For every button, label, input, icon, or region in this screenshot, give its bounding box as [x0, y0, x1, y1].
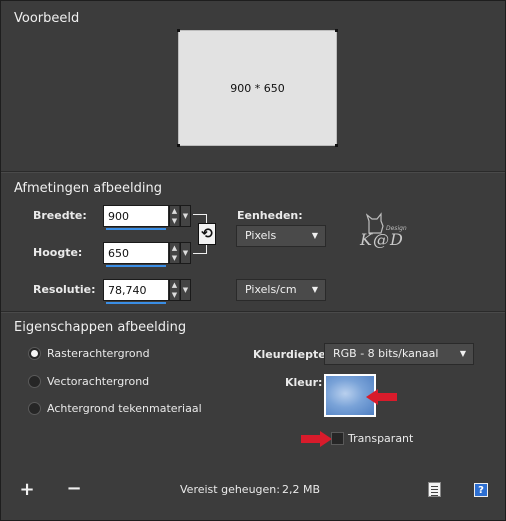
memory-value: 2,2 MB — [282, 483, 321, 496]
height-dropdown-icon[interactable]: ▼ — [180, 243, 190, 263]
height-underline — [106, 265, 166, 267]
raster-background-label[interactable]: Rasterachtergrond — [47, 347, 150, 360]
spin-down-icon[interactable]: ▼ — [170, 253, 179, 263]
plus-icon[interactable]: + — [19, 479, 35, 500]
help-icon[interactable]: ? — [474, 483, 488, 497]
properties-title: Eigenschappen afbeelding — [14, 320, 187, 335]
resolution-input[interactable] — [104, 280, 168, 300]
height-label: Hoogte: — [33, 246, 83, 259]
memory-label: Vereist geheugen: — [180, 483, 280, 496]
chevron-down-icon: ▼ — [459, 349, 466, 358]
height-input[interactable] — [104, 243, 168, 263]
spin-up-icon[interactable]: ▲ — [170, 206, 179, 216]
art-media-background-label[interactable]: Achtergrond tekenmateriaal — [47, 402, 202, 415]
units-label: Eenheden: — [237, 209, 303, 222]
red-arrow-right-icon — [301, 431, 332, 447]
image-preview: 900 * 650 — [178, 30, 337, 146]
preview-title: Voorbeeld — [14, 11, 80, 26]
preview-corner-tr — [335, 29, 338, 32]
document-icon[interactable] — [428, 482, 441, 497]
preview-corner-bl — [177, 144, 180, 147]
color-depth-label: Kleurdiepte: — [253, 348, 331, 361]
spin-down-icon[interactable]: ▼ — [170, 216, 179, 226]
chevron-down-icon: ▼ — [311, 231, 318, 240]
section-divider-1 — [1, 171, 505, 172]
units-select[interactable]: Pixels ▼ — [236, 225, 326, 247]
resolution-underline — [106, 302, 166, 304]
width-input[interactable] — [104, 206, 168, 226]
watermark-logo: Design K@D — [352, 212, 432, 260]
resolution-spinbox[interactable]: ▲▼ ▼ — [103, 279, 191, 304]
resolution-units-value: Pixels/cm — [245, 283, 297, 296]
preview-corner-br — [335, 144, 338, 147]
transparent-checkbox[interactable] — [331, 432, 344, 445]
resolution-units-select[interactable]: Pixels/cm ▼ — [236, 279, 326, 301]
height-spinbox[interactable]: ▲▼ ▼ — [103, 242, 191, 267]
spin-down-icon[interactable]: ▼ — [170, 290, 179, 300]
section-divider-2 — [1, 311, 505, 312]
preview-corner-tl — [177, 29, 180, 32]
footer-spacer — [1, 463, 505, 464]
link-dimensions-icon[interactable]: ⟲ — [198, 223, 216, 245]
color-depth-select[interactable]: RGB - 8 bits/kanaal ▼ — [324, 343, 474, 365]
spin-up-icon[interactable]: ▲ — [170, 280, 179, 290]
height-spin-arrows[interactable]: ▲ ▼ — [169, 243, 179, 263]
art-media-background-radio[interactable] — [28, 402, 41, 415]
transparent-label[interactable]: Transparant — [348, 432, 413, 445]
color-label: Kleur: — [285, 376, 323, 389]
watermark-signature: K@D — [360, 230, 404, 249]
width-spin-arrows[interactable]: ▲ ▼ — [169, 206, 179, 226]
width-underline — [106, 228, 166, 230]
width-dropdown-icon[interactable]: ▼ — [180, 206, 190, 226]
red-arrow-left-icon — [366, 389, 397, 405]
chevron-down-icon: ▼ — [311, 285, 318, 294]
width-spinbox[interactable]: ▲▼ ▼ — [103, 205, 191, 230]
minus-icon[interactable]: − — [66, 478, 82, 499]
resolution-dropdown-icon[interactable]: ▼ — [180, 280, 190, 300]
dimensions-title: Afmetingen afbeelding — [14, 181, 162, 196]
vector-background-label[interactable]: Vectorachtergrond — [47, 375, 149, 388]
resolution-spin-arrows[interactable]: ▲ ▼ — [169, 280, 179, 300]
spin-up-icon[interactable]: ▲ — [170, 243, 179, 253]
units-value: Pixels — [245, 229, 277, 242]
resolution-label: Resolutie: — [33, 283, 96, 296]
preview-size-text: 900 * 650 — [230, 82, 285, 95]
vector-background-radio[interactable] — [28, 375, 41, 388]
width-label: Breedte: — [33, 209, 87, 222]
raster-background-radio[interactable] — [28, 347, 41, 360]
color-depth-value: RGB - 8 bits/kanaal — [333, 347, 439, 360]
